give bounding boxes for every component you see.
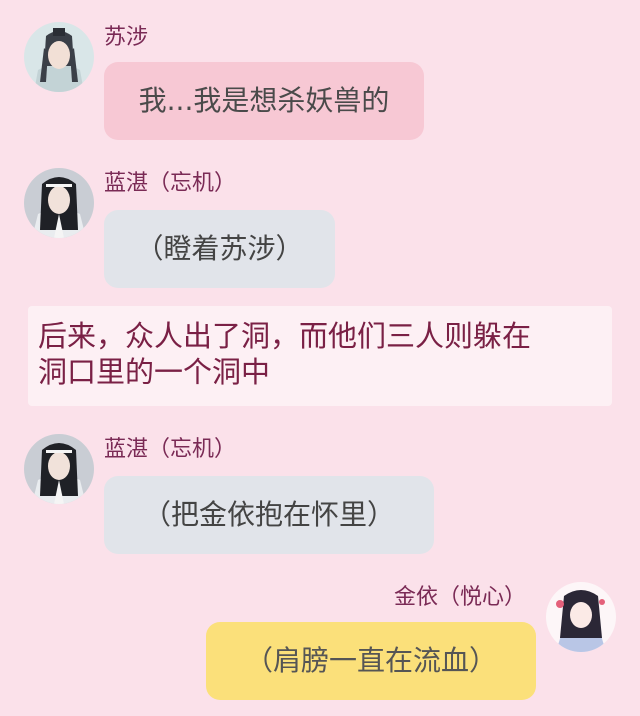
narration-line: 洞口里的一个洞中 xyxy=(38,355,271,389)
avatar-lan-zhan[interactable] xyxy=(24,434,94,504)
message-bubble: （把金依抱在怀里） xyxy=(104,476,434,554)
speaker-name: 苏涉 xyxy=(104,25,149,50)
avatar-su-she[interactable] xyxy=(24,22,94,92)
avatar-lan-zhan-portrait xyxy=(24,168,94,238)
message-bubble: 我...我是想杀妖兽的 xyxy=(104,62,424,140)
avatar-jin-yi-portrait xyxy=(546,582,616,652)
narration-text: 后来，众人出了洞，而他们三人则躲在 洞口里的一个洞中 xyxy=(28,306,612,406)
speaker-name: 金依（悦心） xyxy=(393,585,526,610)
avatar-su-she-portrait xyxy=(24,22,94,92)
avatar-lan-zhan[interactable] xyxy=(24,168,94,238)
message-bubble: （肩膀一直在流血） xyxy=(206,622,536,700)
narration-line: 后来，众人出了洞，而他们三人则躲在 xyxy=(38,319,532,353)
avatar-lan-zhan-portrait xyxy=(24,434,94,504)
message-bubble: （瞪着苏涉） xyxy=(104,210,335,288)
speaker-name: 蓝湛（忘机） xyxy=(104,171,237,196)
avatar-jin-yi[interactable] xyxy=(546,582,616,652)
speaker-name: 蓝湛（忘机） xyxy=(104,437,237,462)
